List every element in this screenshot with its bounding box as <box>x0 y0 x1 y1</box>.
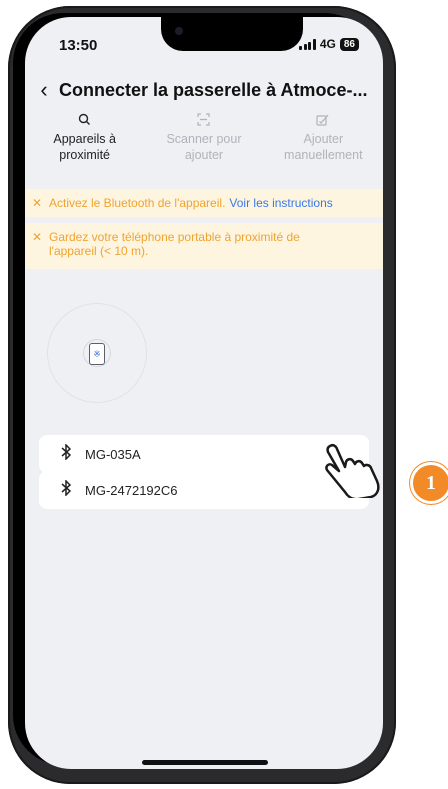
bluetooth-icon <box>53 478 79 501</box>
tab-label: Appareils à proximité <box>53 132 116 162</box>
pointing-hand-icon <box>325 443 380 498</box>
close-icon[interactable]: ✕ <box>25 196 49 210</box>
close-icon[interactable]: ✕ <box>25 230 49 244</box>
network-type: 4G <box>319 37 336 51</box>
page-title: Connecter la passerelle à Atmoce-... <box>59 79 368 100</box>
status-icons: 4G 86 <box>299 37 359 51</box>
edit-icon <box>268 113 378 131</box>
notch <box>161 17 303 51</box>
nav-bar: ‹ Connecter la passerelle à Atmoce-... <box>25 75 383 105</box>
app-screen: 13:50 4G 86 ‹ Connecter la passerelle à … <box>25 17 383 769</box>
banner-text: Activez le Bluetooth de l'appareil. <box>49 196 226 210</box>
step-badge: 1 <box>410 462 448 504</box>
home-indicator <box>142 760 268 765</box>
camera <box>175 27 183 35</box>
bluetooth-banner: ✕ Activez le Bluetooth de l'appareil. Vo… <box>25 189 383 217</box>
tab-manual-add[interactable]: Ajouter manuellement <box>268 113 378 169</box>
signal-icon <box>299 38 316 50</box>
tab-label: Ajouter manuellement <box>284 132 363 162</box>
device-name: MG-035A <box>85 446 141 462</box>
scan-icon <box>149 113 259 131</box>
device-name: MG-2472192C6 <box>85 482 178 498</box>
status-time: 13:50 <box>59 37 98 54</box>
banner-text: Gardez votre téléphone portable à proxim… <box>49 230 300 258</box>
battery-icon: 86 <box>339 37 359 51</box>
tab-scan[interactable]: Scanner pour ajouter <box>149 113 259 169</box>
bluetooth-icon <box>53 442 79 465</box>
instructions-link[interactable]: Voir les instructions <box>229 196 332 210</box>
tab-bar: Appareils à proximité Scanner pour ajout… <box>25 113 383 169</box>
tab-nearby-devices[interactable]: Appareils à proximité <box>30 113 140 169</box>
phone-bluetooth-icon: ※ <box>89 343 105 365</box>
search-icon <box>30 113 140 131</box>
tab-label: Scanner pour ajouter <box>166 132 242 162</box>
proximity-banner: ✕ Gardez votre téléphone portable à prox… <box>25 223 383 269</box>
back-icon[interactable]: ‹ <box>29 77 59 103</box>
